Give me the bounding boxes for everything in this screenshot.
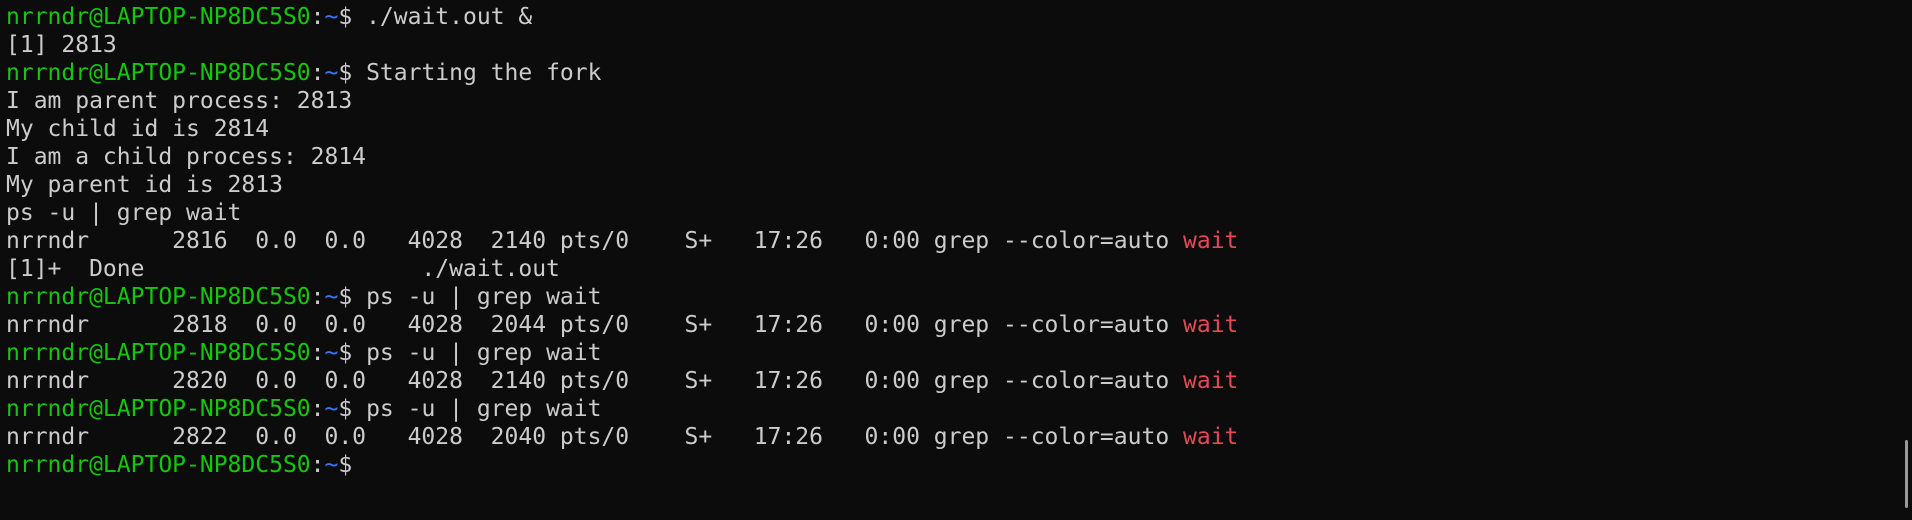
command-text: ps -u | grep wait	[352, 396, 602, 422]
process-info-text: nrrndr 2822 0.0 0.0 4028 2040 pts/0 S+ 1…	[6, 424, 1184, 450]
prompt-user-host: nrrndr@LAPTOP-NP8DC5S0	[6, 4, 311, 30]
prompt-user-host: nrrndr@LAPTOP-NP8DC5S0	[6, 340, 311, 366]
prompt-line: nrrndr@LAPTOP-NP8DC5S0:~$	[6, 451, 1888, 479]
prompt-symbol: $	[338, 396, 353, 422]
process-info-text: nrrndr 2820 0.0 0.0 4028 2140 pts/0 S+ 1…	[6, 368, 1184, 394]
process-info-text: nrrndr 2818 0.0 0.0 4028 2044 pts/0 S+ 1…	[6, 312, 1184, 338]
grep-match-highlight: wait	[1183, 424, 1239, 450]
prompt-path: ~	[324, 284, 339, 310]
prompt-user-host: nrrndr@LAPTOP-NP8DC5S0	[6, 60, 311, 86]
prompt-path: ~	[324, 4, 339, 30]
prompt-separator: :	[310, 452, 325, 478]
command-text: ./wait.out &	[352, 4, 533, 30]
grep-result-line: nrrndr 2818 0.0 0.0 4028 2044 pts/0 S+ 1…	[6, 311, 1888, 339]
output-line: My parent id is 2813	[6, 172, 283, 198]
prompt-path: ~	[324, 60, 339, 86]
prompt-path: ~	[324, 340, 339, 366]
prompt-path: ~	[324, 452, 339, 478]
output-line: I am a child process: 2814	[6, 144, 367, 170]
prompt-symbol: $	[338, 452, 353, 478]
prompt-separator: :	[310, 396, 325, 422]
prompt-line: nrrndr@LAPTOP-NP8DC5S0:~$ Starting the f…	[6, 59, 1888, 87]
command-text: Starting the fork	[352, 60, 602, 86]
command-text: ps -u | grep wait	[352, 284, 602, 310]
grep-result-line: nrrndr 2822 0.0 0.0 4028 2040 pts/0 S+ 1…	[6, 423, 1888, 451]
prompt-path: ~	[324, 396, 339, 422]
grep-match-highlight: wait	[1183, 368, 1239, 394]
terminal-window[interactable]: nrrndr@LAPTOP-NP8DC5S0:~$ ./wait.out & [1…	[0, 0, 1912, 520]
terminal-output: nrrndr@LAPTOP-NP8DC5S0:~$ ./wait.out & [1…	[6, 3, 1888, 479]
prompt-line: nrrndr@LAPTOP-NP8DC5S0:~$ ps -u | grep w…	[6, 339, 1888, 367]
output-line: My child id is 2814	[6, 116, 270, 142]
prompt-symbol: $	[338, 60, 353, 86]
prompt-separator: :	[310, 284, 325, 310]
prompt-user-host: nrrndr@LAPTOP-NP8DC5S0	[6, 396, 311, 422]
prompt-user-host: nrrndr@LAPTOP-NP8DC5S0	[6, 284, 311, 310]
prompt-separator: :	[310, 60, 325, 86]
prompt-separator: :	[310, 4, 325, 30]
grep-match-highlight: wait	[1183, 312, 1239, 338]
prompt-symbol: $	[338, 340, 353, 366]
prompt-line: nrrndr@LAPTOP-NP8DC5S0:~$ ./wait.out &	[6, 3, 1888, 31]
prompt-separator: :	[310, 340, 325, 366]
process-info-text: nrrndr 2816 0.0 0.0 4028 2140 pts/0 S+ 1…	[6, 228, 1184, 254]
command-text: ps -u | grep wait	[352, 340, 602, 366]
grep-result-line: nrrndr 2820 0.0 0.0 4028 2140 pts/0 S+ 1…	[6, 367, 1888, 395]
grep-result-line: nrrndr 2816 0.0 0.0 4028 2140 pts/0 S+ 1…	[6, 227, 1888, 255]
output-line: [1] 2813	[6, 32, 117, 58]
vertical-scrollbar[interactable]	[1905, 440, 1908, 508]
prompt-line: nrrndr@LAPTOP-NP8DC5S0:~$ ps -u | grep w…	[6, 395, 1888, 423]
prompt-symbol: $	[338, 4, 353, 30]
prompt-user-host: nrrndr@LAPTOP-NP8DC5S0	[6, 452, 311, 478]
prompt-symbol: $	[338, 284, 353, 310]
prompt-line: nrrndr@LAPTOP-NP8DC5S0:~$ ps -u | grep w…	[6, 283, 1888, 311]
output-line: I am parent process: 2813	[6, 88, 353, 114]
output-line: [1]+ Done ./wait.out	[6, 256, 560, 282]
output-line: ps -u | grep wait	[6, 200, 242, 226]
grep-match-highlight: wait	[1183, 228, 1239, 254]
